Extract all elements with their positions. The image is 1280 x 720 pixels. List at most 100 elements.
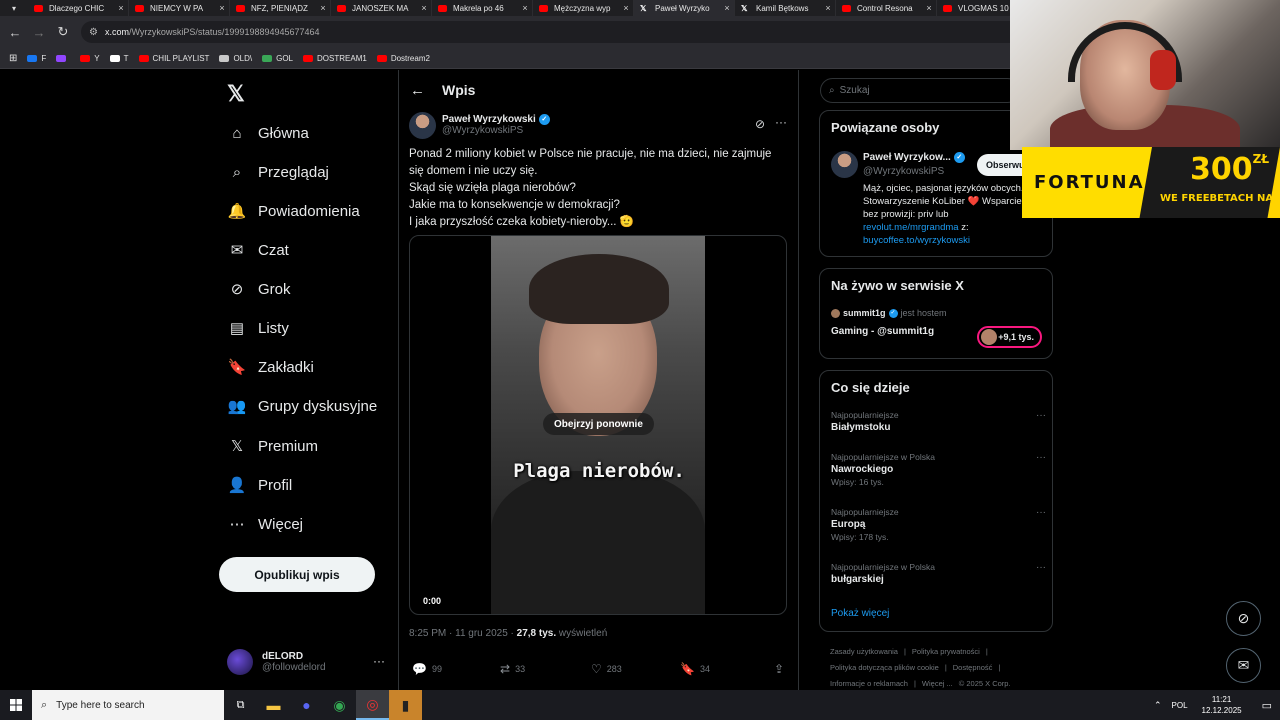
messages-fab-icon[interactable]: ✉ bbox=[1226, 648, 1261, 683]
more-icon[interactable]: ··· bbox=[1036, 410, 1046, 421]
back-arrow-icon[interactable]: ← bbox=[410, 82, 425, 99]
chrome-icon[interactable]: ◉ bbox=[323, 690, 356, 720]
task-view-icon[interactable]: ⧉ bbox=[224, 690, 257, 720]
live-stream-title[interactable]: Gaming - @summit1g bbox=[831, 326, 934, 337]
browser-tab[interactable]: Dlaczego CHIC × bbox=[28, 0, 129, 16]
author-avatar[interactable] bbox=[409, 111, 436, 139]
clock[interactable]: 11:21 12.12.2025 bbox=[1202, 694, 1242, 716]
browser-tab[interactable]: NFZ, PIENIĄDZ × bbox=[230, 0, 331, 16]
language-indicator[interactable]: POL bbox=[1172, 701, 1188, 710]
nav-item-more-circle[interactable]: ⋯ Więcej bbox=[227, 511, 304, 537]
related-handle[interactable]: @WyrzykowskiPS bbox=[863, 166, 944, 177]
trend-item[interactable]: Najpopularniejsze w Polska Nawrockiego Wpi… bbox=[831, 452, 1046, 487]
bookmark-item[interactable]: GOL bbox=[262, 54, 293, 63]
bookmark-item[interactable] bbox=[56, 54, 70, 63]
discord-icon[interactable]: ● bbox=[290, 690, 323, 720]
show-more-link[interactable]: Pokaż więcej bbox=[831, 608, 889, 619]
trend-item[interactable]: Najpopularniejsze Europą Wpisy: 178 tys. ··… bbox=[831, 507, 1046, 542]
bookmark-item[interactable]: Dostream2 bbox=[376, 54, 430, 63]
nav-item-bookmark[interactable]: 🔖 Zakładki bbox=[227, 354, 314, 380]
taskbar-search-input[interactable]: ⌕ Type here to search bbox=[32, 690, 224, 720]
bio-link[interactable]: buycoffee.to/wyrzykowski bbox=[863, 234, 1048, 247]
bio-link[interactable]: revolut.me/mrgrandma bbox=[863, 222, 959, 233]
author-handle[interactable]: @WyrzykowskiPS bbox=[442, 125, 550, 136]
file-explorer-icon[interactable]: ▬ bbox=[257, 690, 290, 720]
footer-link[interactable]: Informacje o reklamach bbox=[830, 679, 908, 688]
footer-link[interactable]: Dostępność bbox=[953, 663, 993, 672]
apps-icon[interactable]: ⊞ bbox=[9, 53, 17, 64]
close-icon[interactable]: × bbox=[316, 3, 330, 13]
nav-item-home[interactable]: ⌂ Główna bbox=[227, 120, 308, 146]
more-icon[interactable]: ··· bbox=[1036, 507, 1046, 518]
like-button[interactable]: ♡ 283 bbox=[591, 662, 680, 676]
close-icon[interactable]: × bbox=[417, 3, 431, 13]
more-icon[interactable]: ··· bbox=[373, 654, 385, 668]
close-icon[interactable]: × bbox=[720, 3, 734, 13]
close-icon[interactable]: × bbox=[922, 3, 936, 13]
forward-icon[interactable]: → bbox=[27, 16, 51, 48]
nav-item-grok[interactable]: ⊘ Grok bbox=[227, 276, 291, 302]
grok-fab-icon[interactable]: ⊘ bbox=[1226, 601, 1261, 636]
bookmark-item[interactable]: CHIL PLAYLIST bbox=[138, 54, 209, 63]
footer-link[interactable]: Więcej ... bbox=[922, 679, 953, 688]
author-name[interactable]: Paweł Wyrzykowski bbox=[442, 114, 536, 125]
bookmark-item[interactable]: T bbox=[109, 54, 129, 63]
reload-icon[interactable]: ↻ bbox=[51, 16, 75, 48]
close-icon[interactable]: × bbox=[114, 3, 128, 13]
live-host-row[interactable]: summit1g ✓ jest hostem bbox=[831, 308, 947, 318]
replay-button[interactable]: Obejrzyj ponownie bbox=[543, 413, 654, 435]
close-icon[interactable]: × bbox=[821, 3, 835, 13]
post-button[interactable]: Opublikuj wpis bbox=[219, 557, 375, 592]
account-switcher[interactable]: dELORD @followdelord ··· bbox=[227, 646, 387, 678]
close-icon[interactable]: × bbox=[518, 3, 532, 13]
footer-link[interactable]: Polityka prywatności bbox=[912, 647, 980, 656]
more-icon[interactable]: ··· bbox=[1036, 562, 1046, 573]
browser-tab[interactable]: JANOSZEK MA × bbox=[331, 0, 432, 16]
nav-item-search[interactable]: ⌕ Przeglądaj bbox=[227, 159, 329, 185]
browser-tab[interactable]: NIEMCY W PA × bbox=[129, 0, 230, 16]
post-timestamp[interactable]: 8:25 PM · 11 gru 2025 · bbox=[409, 628, 517, 639]
back-icon[interactable]: ← bbox=[3, 16, 27, 48]
footer-link[interactable]: Zasady użytkowania bbox=[830, 647, 898, 656]
app-icon[interactable]: ▮ bbox=[389, 690, 422, 720]
search-input[interactable]: ⌕ Szukaj bbox=[820, 78, 1020, 103]
nav-item-people[interactable]: 👥 Grupy dyskusyjne bbox=[227, 393, 378, 419]
nav-item-list[interactable]: ▤ Listy bbox=[227, 315, 289, 341]
more-icon[interactable]: ··· bbox=[1036, 452, 1046, 463]
trend-item[interactable]: Najpopularniejsze w Polska bułgarskiej ··· bbox=[831, 562, 1046, 585]
post-more-icon[interactable]: ··· bbox=[775, 115, 787, 129]
related-name[interactable]: Paweł Wyrzykow... bbox=[863, 152, 951, 163]
browser-tab[interactable]: 𝕏 Kamil Bętkows × bbox=[735, 0, 836, 16]
video-player[interactable]: Obejrzyj ponownie Plaga nierobów. 0:00 bbox=[409, 235, 787, 615]
grok-icon[interactable]: ⊘ bbox=[755, 117, 765, 131]
browser-tab[interactable]: Control Resona × bbox=[836, 0, 937, 16]
site-info-icon[interactable]: ⚙ bbox=[89, 27, 98, 38]
nav-item-x[interactable]: 𝕏 Premium bbox=[227, 433, 318, 459]
browser-tab[interactable]: Makrela po 46 × bbox=[432, 0, 533, 16]
close-icon[interactable]: × bbox=[215, 3, 229, 13]
x-logo-icon[interactable]: 𝕏 bbox=[227, 81, 245, 107]
bookmark-item[interactable]: OLD\ bbox=[219, 54, 252, 63]
tab-search-icon[interactable]: ▾ bbox=[0, 0, 28, 16]
browser-tab[interactable]: Mężczyzna wyp × bbox=[533, 0, 634, 16]
footer-link[interactable]: Polityka dotycząca plików cookie bbox=[830, 663, 939, 672]
close-icon[interactable]: × bbox=[619, 3, 633, 13]
obs-icon[interactable]: ◎ bbox=[356, 690, 389, 720]
bookmark-item[interactable]: Y bbox=[80, 54, 100, 63]
avatar[interactable] bbox=[831, 151, 858, 178]
bookmark-item[interactable]: F bbox=[27, 54, 46, 63]
repost-button[interactable]: ⇄ 33 bbox=[500, 662, 591, 676]
share-button[interactable]: ⇪ bbox=[774, 662, 789, 676]
listeners-pill[interactable]: +9,1 tys. bbox=[977, 326, 1042, 348]
nav-item-bell[interactable]: 🔔 Powiadomienia bbox=[227, 198, 360, 224]
bookmark-item[interactable]: DOSTREAM1 bbox=[303, 54, 367, 63]
browser-tab[interactable]: 𝕏 Paweł Wyrzyko × bbox=[634, 0, 735, 16]
nav-item-mail[interactable]: ✉ Czat bbox=[227, 237, 289, 263]
start-button[interactable] bbox=[0, 690, 32, 720]
trend-item[interactable]: Najpopularniejsze Białymstoku ··· bbox=[831, 410, 1046, 433]
chevron-up-icon[interactable]: ⌃ bbox=[1154, 700, 1162, 711]
bookmark-button[interactable]: 🔖 34 bbox=[680, 662, 774, 676]
nav-item-person[interactable]: 👤 Profil bbox=[227, 472, 293, 498]
notification-icon[interactable]: ▭ bbox=[1262, 699, 1272, 712]
reply-button[interactable]: 💬 99 bbox=[412, 662, 500, 676]
